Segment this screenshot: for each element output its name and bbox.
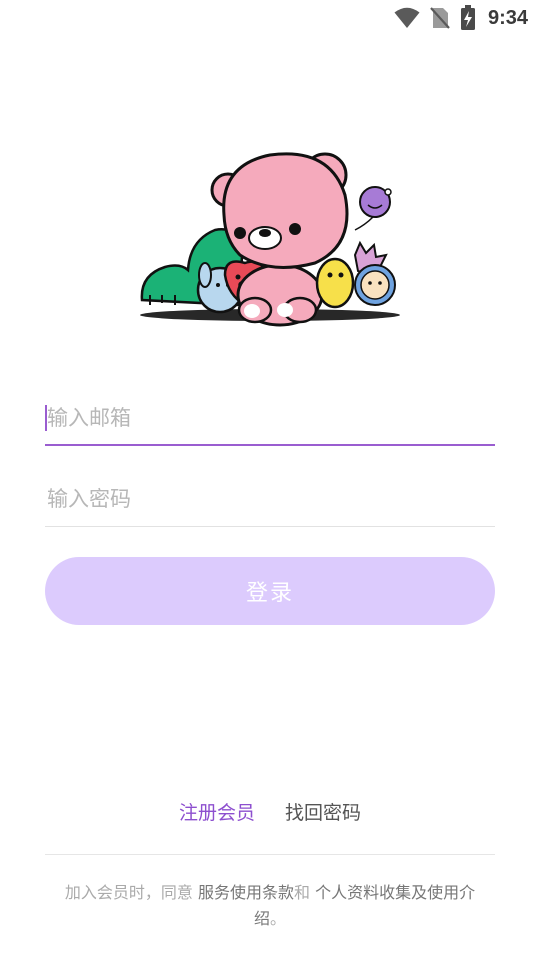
register-link[interactable]: 注册会员 — [179, 798, 255, 825]
text-cursor — [45, 405, 47, 431]
terms-prefix: 加入会员时，同意 — [64, 883, 198, 902]
forgot-password-link[interactable]: 找回密码 — [285, 798, 361, 825]
mascot-characters-illustration — [130, 145, 410, 335]
divider — [45, 854, 495, 855]
status-time: 9:34 — [487, 6, 528, 29]
terms-notice: 加入会员时，同意 服务使用条款和 个人资料收集及使用介绍。 — [50, 880, 490, 932]
terms-suffix: 。 — [270, 909, 287, 928]
terms-and: 和 — [294, 883, 316, 902]
status-bar: 9:34 — [0, 0, 540, 36]
service-terms-link[interactable]: 服务使用条款 — [198, 883, 294, 902]
email-input[interactable] — [45, 396, 495, 440]
auth-links: 注册会员 找回密码 — [0, 798, 540, 825]
email-field-container — [45, 396, 495, 446]
password-input[interactable] — [45, 477, 495, 521]
login-button[interactable]: 登录 — [45, 557, 495, 625]
no-sim-icon — [430, 6, 450, 30]
wifi-icon — [394, 7, 420, 29]
password-field-container — [45, 477, 495, 527]
email-underline — [45, 444, 495, 446]
battery-charging-icon — [460, 5, 476, 31]
password-underline — [45, 526, 495, 527]
